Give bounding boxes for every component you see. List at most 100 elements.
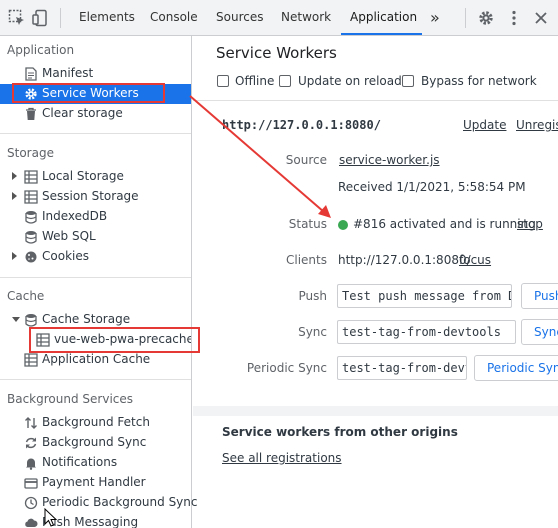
sidebar-item-payment-handler[interactable]: Payment Handler [0, 473, 191, 493]
tab-network[interactable]: Network [281, 0, 331, 35]
database-icon [25, 231, 37, 244]
devtools-toolbar: Elements Console Sources Network Applica… [0, 0, 558, 36]
update-on-reload-checkbox[interactable] [279, 75, 291, 87]
section-title-storage: Storage [7, 146, 54, 160]
sync-label: Sync [298, 325, 327, 339]
database-icon [25, 211, 37, 224]
application-sidebar: Application Manifest Service Workers Cle… [0, 36, 198, 528]
grid-icon [24, 170, 38, 184]
sidebar-item-label: Clear storage [42, 106, 123, 120]
sidebar-item-session-storage[interactable]: Session Storage [0, 187, 191, 207]
inspect-element-icon[interactable] [8, 9, 26, 27]
expand-arrow-icon[interactable] [12, 192, 17, 200]
sidebar-item-push-messaging[interactable]: Push Messaging [0, 513, 191, 528]
grid-icon [36, 333, 50, 347]
expand-arrow-icon[interactable] [12, 252, 17, 260]
status-text: #816 activated and is running [353, 217, 536, 231]
section-divider [0, 133, 191, 134]
tab-console[interactable]: Console [150, 0, 198, 35]
section-divider [0, 277, 191, 278]
sidebar-item-label: vue-web-pwa-precache-v2 [54, 332, 191, 346]
cookie-icon [25, 251, 37, 263]
page-title: Service Workers [216, 44, 337, 62]
clock-icon [24, 496, 38, 510]
sidebar-item-label: Background Sync [42, 435, 147, 449]
trash-icon [26, 107, 36, 120]
clients-value: http://127.0.0.1:8080/ [338, 253, 471, 267]
database-icon [25, 314, 37, 327]
update-on-reload-label: Update on reload [298, 74, 402, 88]
sidebar-item-label: Notifications [42, 455, 118, 469]
push-message-input[interactable]: Test push message from DevTools. [337, 284, 512, 308]
sidebar-item-cache-storage[interactable]: Cache Storage [0, 310, 191, 330]
status-label: Status [288, 217, 327, 231]
update-link[interactable]: Update [463, 118, 506, 132]
stop-link[interactable]: stop [517, 217, 543, 231]
kebab-menu-icon[interactable] [505, 9, 523, 27]
sync-tag-input[interactable]: test-tag-from-devtools [337, 320, 516, 344]
sidebar-item-web-sql[interactable]: Web SQL [0, 227, 191, 247]
more-tabs-button[interactable]: » [430, 0, 440, 35]
sidebar-item-cache-entry[interactable]: vue-web-pwa-precache-v2 [0, 330, 191, 350]
other-origins-title: Service workers from other origins [222, 425, 458, 439]
push-label: Push [298, 289, 328, 303]
sidebar-item-background-sync[interactable]: Background Sync [0, 433, 191, 453]
sidebar-item-label: Local Storage [42, 169, 124, 183]
sidebar-item-notifications[interactable]: Notifications [0, 453, 191, 473]
sidebar-item-label: Cookies [42, 249, 89, 263]
close-icon[interactable] [532, 9, 550, 27]
grid-icon [24, 190, 38, 204]
divider [193, 100, 558, 101]
unregister-link[interactable]: Unregister [516, 118, 558, 132]
sidebar-item-label: Service Workers [42, 86, 139, 100]
section-title-cache: Cache [7, 289, 45, 303]
sidebar-item-label: Payment Handler [42, 475, 146, 489]
section-title-background-services: Background Services [7, 392, 134, 406]
fetch-arrows-icon [25, 417, 37, 429]
periodic-sync-tag-input[interactable]: test-tag-from-devtools [337, 356, 467, 380]
sidebar-item-indexeddb[interactable]: IndexedDB [0, 207, 191, 227]
focus-link[interactable]: focus [459, 253, 491, 267]
bell-icon [26, 458, 36, 470]
grid-icon [24, 353, 38, 367]
periodic-sync-button[interactable]: Periodic Sync [474, 355, 558, 381]
sidebar-item-label: Application Cache [42, 352, 151, 366]
see-all-registrations-link[interactable]: See all registrations [222, 451, 342, 465]
sidebar-item-application-cache[interactable]: Application Cache [0, 350, 191, 370]
tab-sources[interactable]: Sources [216, 0, 263, 35]
sidebar-item-service-workers[interactable]: Service Workers [0, 84, 191, 104]
offline-label: Offline [235, 74, 275, 88]
gear-icon [25, 88, 37, 100]
sidebar-item-clear-storage[interactable]: Clear storage [0, 104, 191, 124]
settings-gear-icon[interactable] [477, 9, 495, 27]
sidebar-item-periodic-background-sync[interactable]: Periodic Background Sync [0, 493, 198, 513]
sidebar-item-local-storage[interactable]: Local Storage [0, 167, 191, 187]
sidebar-item-label: Periodic Background Sync [42, 495, 198, 509]
sync-button[interactable]: Sync [521, 319, 558, 345]
tab-elements[interactable]: Elements [79, 0, 135, 35]
sync-icon [25, 437, 37, 449]
toolbar-separator [60, 8, 61, 28]
section-title-application: Application [7, 43, 75, 57]
bypass-for-network-label: Bypass for network [421, 74, 537, 88]
sidebar-item-manifest[interactable]: Manifest [0, 64, 191, 84]
clients-label: Clients [286, 253, 327, 267]
document-icon [25, 67, 37, 81]
credit-card-icon [24, 478, 38, 489]
status-running-dot [338, 220, 348, 230]
sidebar-item-label: Session Storage [42, 189, 139, 203]
sidebar-item-background-fetch[interactable]: Background Fetch [0, 413, 191, 433]
sidebar-item-label: Background Fetch [42, 415, 150, 429]
section-separator [193, 406, 558, 416]
expand-arrow-icon[interactable] [12, 172, 17, 180]
push-button[interactable]: Push [521, 283, 558, 309]
bypass-for-network-checkbox[interactable] [402, 75, 414, 87]
device-toolbar-icon[interactable] [32, 9, 50, 27]
source-label: Source [285, 153, 327, 167]
offline-checkbox[interactable] [217, 75, 229, 87]
sidebar-item-label: Cache Storage [42, 312, 131, 326]
collapse-arrow-icon[interactable] [12, 317, 20, 322]
source-link[interactable]: service-worker.js [339, 153, 440, 167]
sidebar-item-cookies[interactable]: Cookies [0, 247, 191, 267]
tab-application[interactable]: Application [350, 0, 417, 35]
